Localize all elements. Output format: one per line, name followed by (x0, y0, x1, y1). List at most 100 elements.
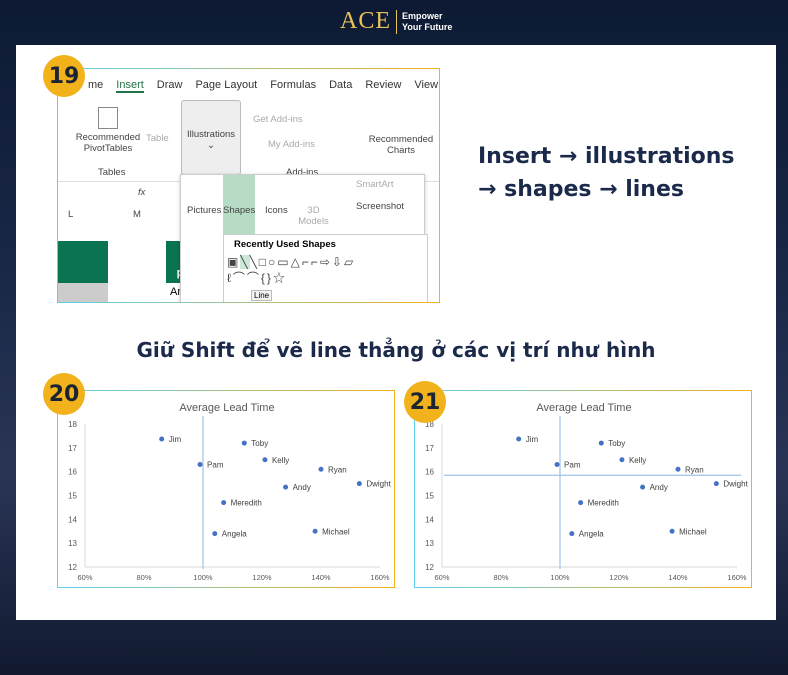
step-badge-21: 21 (404, 381, 446, 423)
chart-title: Average Lead Time (179, 402, 274, 414)
x-tick-label: 120% (609, 573, 629, 582)
y-tick-label: 15 (68, 492, 77, 501)
data-point-kelly (262, 457, 268, 463)
y-tick-label: 15 (425, 492, 434, 501)
data-label-dwight: Dwight (723, 480, 748, 489)
recommended-charts-button[interactable]: Recommended Charts (366, 134, 436, 156)
tab-home[interactable]: me (88, 79, 103, 93)
get-addins-button[interactable]: Get Add-ins (253, 114, 303, 125)
data-label-ryan: Ryan (685, 465, 704, 474)
shapes-gallery: Recently Used Shapes ▣╲╲□○▭△⌐⌐⇨⇩▱ ℓ⌒⌒{}☆ … (223, 234, 428, 302)
data-label-andy: Andy (650, 483, 668, 492)
logo-brand: ACE (340, 8, 391, 34)
data-label-dwight: Dwight (366, 480, 391, 489)
line-tooltip: Line (251, 290, 273, 301)
pictures-button[interactable]: Pictures (187, 205, 221, 216)
my-addins-button[interactable]: My Add-ins (268, 139, 315, 150)
shapes-label: Shapes (223, 205, 256, 216)
data-point-angela (212, 531, 218, 537)
data-point-jim (516, 436, 522, 442)
chart-21: Average Lead Time 12 13 14 15 16 17 18 60% 80% 100… (414, 390, 752, 588)
data-label-jim: Jim (169, 435, 182, 444)
chart-title: Average Lead Time (536, 402, 631, 414)
tab-data[interactable]: Data (329, 79, 352, 93)
excel-screenshot: me Insert Draw Page Layout Formulas Data… (57, 68, 440, 303)
x-tick-label: 60% (77, 573, 92, 582)
section-heading: Giữ Shift để vẽ line thẳng ở các vị trí … (136, 338, 656, 362)
instruction-line-2: → shapes → lines (478, 177, 684, 202)
data-point-toby (241, 440, 247, 446)
tab-review[interactable]: Review (365, 79, 401, 93)
illustrations-button[interactable]: Illustrations ⌄ (181, 100, 241, 175)
column-m: M (133, 209, 141, 220)
y-tick-label: 12 (425, 563, 434, 572)
y-tick-label: 16 (68, 468, 77, 477)
y-tick-label: 18 (68, 420, 77, 429)
pivot-label: Recommended PivotTables (75, 132, 141, 154)
data-label-toby: Toby (608, 439, 625, 448)
ace-logo: ACE Empower Your Future (340, 8, 452, 35)
shape-icons[interactable]: ▣╲╲□○▭△⌐⌐⇨⇩▱ ℓ⌒⌒{}☆ (227, 255, 355, 286)
icons-button[interactable]: Icons (265, 205, 288, 216)
data-label-angela: Angela (579, 530, 604, 539)
content-card: 19 me Insert Draw Page Layout Formulas D… (16, 45, 776, 620)
ribbon-tabs: me Insert Draw Page Layout Formulas Data… (88, 79, 438, 93)
x-tick-label: 160% (370, 573, 390, 582)
step-badge-20: 20 (43, 373, 85, 415)
step-badge-19: 19 (43, 55, 85, 97)
data-point-angela (569, 531, 575, 537)
illustrations-label: Illustrations (186, 129, 236, 140)
data-label-pam: Pam (564, 461, 581, 470)
y-tick-label: 17 (425, 444, 434, 453)
pivot-icon (98, 107, 118, 129)
tab-formulas[interactable]: Formulas (270, 79, 316, 93)
data-label-toby: Toby (251, 439, 268, 448)
x-tick-label: 80% (493, 573, 508, 582)
smartart-button[interactable]: SmartArt (356, 179, 393, 190)
screenshot-button[interactable]: Screenshot (356, 201, 404, 212)
data-point-andy (640, 484, 646, 490)
tab-draw[interactable]: Draw (157, 79, 183, 93)
chart-20: Average Lead Time 12 13 14 15 16 17 18 60% 80% 100… (57, 390, 395, 588)
line-shape-icon[interactable]: ╲ (240, 255, 250, 269)
table-button[interactable]: Table (146, 133, 169, 144)
y-tick-label: 16 (425, 468, 434, 477)
y-tick-label: 14 (425, 515, 434, 524)
data-point-dwight (356, 481, 362, 487)
data-point-michael (669, 528, 675, 534)
data-point-toby (598, 440, 604, 446)
data-point-pam (197, 462, 203, 468)
shapes-button[interactable]: Shapes (223, 175, 255, 235)
tab-page-layout[interactable]: Page Layout (195, 79, 257, 93)
tab-insert[interactable]: Insert (116, 79, 144, 93)
x-tick-label: 140% (668, 573, 688, 582)
data-label-meredith: Meredith (588, 499, 619, 508)
logo-tagline-2: Your Future (402, 21, 453, 32)
data-point-ryan (675, 466, 681, 472)
data-label-pam: Pam (207, 461, 224, 470)
fx-icon[interactable]: fx (138, 187, 145, 198)
x-tick-label: 80% (136, 573, 151, 582)
data-label-jim: Jim (526, 435, 539, 444)
data-point-meredith (578, 500, 584, 506)
data-label-andy: Andy (293, 483, 311, 492)
x-tick-label: 100% (550, 573, 570, 582)
data-label-ryan: Ryan (328, 465, 347, 474)
tab-view[interactable]: View (414, 79, 438, 93)
y-tick-label: 17 (68, 444, 77, 453)
data-label-michael: Michael (322, 527, 350, 536)
data-label-kelly: Kelly (629, 456, 646, 465)
data-label-kelly: Kelly (272, 456, 289, 465)
tables-group-label: Tables (98, 167, 126, 178)
data-point-andy (283, 484, 289, 490)
data-point-ryan (318, 466, 324, 472)
y-tick-label: 13 (425, 539, 434, 548)
y-tick-label: 12 (68, 563, 77, 572)
3d-models-button[interactable]: 3D Models (296, 205, 331, 227)
recommended-pivottables-button[interactable]: Recommended PivotTables (73, 107, 143, 154)
x-tick-label: 160% (727, 573, 747, 582)
y-tick-label: 13 (68, 539, 77, 548)
x-tick-label: 60% (434, 573, 449, 582)
data-point-meredith (221, 500, 227, 506)
column-l: L (68, 209, 74, 220)
